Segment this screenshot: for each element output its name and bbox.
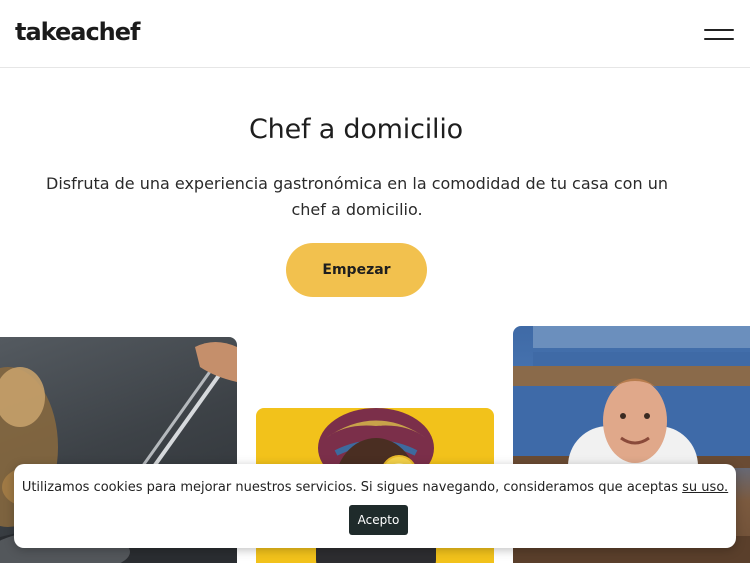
site-header: takeachef — [0, 0, 750, 68]
accept-cookies-button[interactable]: Acepto — [349, 505, 408, 535]
menu-line — [704, 38, 734, 40]
cookie-banner: Utilizamos cookies para mejorar nuestros… — [14, 464, 736, 548]
start-button[interactable]: Empezar — [286, 243, 427, 297]
cookie-policy-link[interactable]: su uso. — [682, 480, 728, 495]
cookie-text: Utilizamos cookies para mejorar nuestros… — [21, 480, 679, 495]
takeachef-logo[interactable]: takeachef — [15, 18, 140, 46]
hamburger-menu-icon[interactable] — [700, 22, 738, 46]
hero-subtitle: Disfruta de una experiencia gastronómica… — [46, 174, 668, 219]
menu-line — [704, 29, 734, 31]
page-title: Chef a domicilio — [249, 114, 463, 145]
cookie-message: Utilizamos cookies para mejorar nuestros… — [14, 480, 736, 495]
